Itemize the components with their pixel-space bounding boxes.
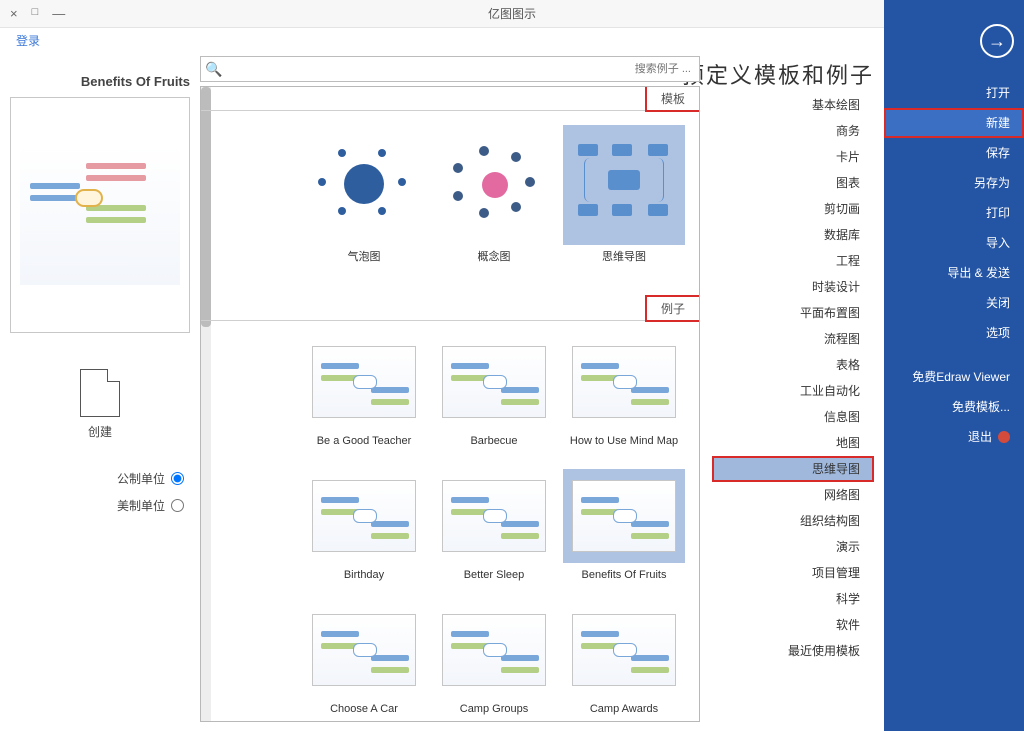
metric-radio[interactable]: 公制单位 [10,470,184,487]
login-link[interactable]: 登录 [16,32,40,49]
category-item[interactable]: 工业自动化 [712,378,874,404]
preview-thumbnail [10,97,190,333]
category-item[interactable]: 演示 [712,534,874,560]
scrollbar[interactable] [201,87,211,721]
rail-item[interactable]: 打印 [884,198,1024,228]
minimize-icon[interactable]: — [52,6,63,21]
page-icon [80,369,120,417]
example-tile[interactable]: Camp Groups [433,603,555,722]
create-label: 创建 [67,423,133,440]
rail-item[interactable]: 退出 [884,422,1024,452]
tile-caption: 气泡图 [348,251,381,277]
tile-caption: Camp Awards [590,703,658,722]
category-item[interactable]: 最近使用模板 [712,638,874,664]
category-list: 基本绘图商务卡片图表剪切画数据库工程时装设计平面布置图流程图表格工业自动化信息图… [712,92,874,664]
example-tile[interactable]: Barbecue [433,335,555,461]
example-tile[interactable]: Be a Good Teacher [303,335,425,461]
category-item[interactable]: 软件 [712,612,874,638]
rail-item[interactable]: 打开 [884,78,1024,108]
template-tile[interactable]: 思维导图 [563,125,685,277]
tile-caption: Be a Good Teacher [317,435,412,461]
category-item[interactable]: 工程 [712,248,874,274]
category-item[interactable]: 项目管理 [712,560,874,586]
preview-title: Benefits Of Fruits [10,74,190,89]
category-item[interactable]: 地图 [712,430,874,456]
category-item[interactable]: 网络图 [712,482,874,508]
category-item[interactable]: 商务 [712,118,874,144]
category-item[interactable]: 时装设计 [712,274,874,300]
section-header-label: 例子 [647,297,699,320]
rail-item[interactable]: 导入 [884,228,1024,258]
tile-caption: Better Sleep [464,569,525,595]
example-tile[interactable]: Choose A Car [303,603,425,722]
search-box[interactable]: 🔍 [200,56,700,82]
example-tile[interactable]: Camp Awards [563,603,685,722]
example-tile[interactable]: How to Use Mind Map [563,335,685,461]
tile-caption: 思维导图 [602,251,646,277]
template-tile[interactable]: 概念图 [433,125,555,277]
title-bar: × □ — 亿图图示 [0,0,1024,28]
category-item[interactable]: 图表 [712,170,874,196]
category-item[interactable]: 平面布置图 [712,300,874,326]
close-icon[interactable]: × [10,6,18,21]
tile-caption: Choose A Car [330,703,398,722]
templates-panel: 模板 思维导图 概念图 气泡图 例子 How to Use Mind Map Barb… [200,86,700,722]
category-item[interactable]: 信息图 [712,404,874,430]
rail-item[interactable]: 关闭 [884,288,1024,318]
category-item[interactable]: 流程图 [712,326,874,352]
rail-item[interactable]: 导出 & 发送 [884,258,1024,288]
tile-caption: Benefits Of Fruits [582,569,667,595]
preview-column: Benefits Of Fruits 创建 公制单位 美 [10,74,190,524]
category-item[interactable]: 表格 [712,352,874,378]
exit-dot-icon [998,431,1010,443]
section-header-examples: 例子 [201,297,699,321]
example-tile[interactable]: Better Sleep [433,469,555,595]
category-item[interactable]: 数据库 [712,222,874,248]
tile-caption: 概念图 [478,251,511,277]
tile-caption: Birthday [344,569,384,595]
rail-item[interactable]: 选项 [884,318,1024,348]
category-item[interactable]: 卡片 [712,144,874,170]
category-item[interactable]: 思维导图 [712,456,874,482]
back-icon[interactable]: → [980,24,1014,58]
nav-rail: → 打开新建保存另存为打印导入导出 & 发送关闭选项免费Edraw Viewer… [884,0,1024,731]
tile-caption: Barbecue [470,435,517,461]
rail-item[interactable]: 保存 [884,138,1024,168]
template-tile[interactable]: 气泡图 [303,125,425,277]
unit-radios: 公制单位 美制单位 [10,470,190,514]
rail-item[interactable]: 新建 [884,108,1024,138]
maximize-icon[interactable]: □ [32,6,39,21]
section-header-label: 模板 [647,87,699,110]
category-item[interactable]: 剪切画 [712,196,874,222]
us-radio[interactable]: 美制单位 [10,497,184,514]
tile-caption: How to Use Mind Map [570,435,678,461]
section-header-templates: 模板 [201,87,699,111]
window-title: 亿图图示 [488,5,536,22]
rail-item[interactable]: 免费模板... [884,392,1024,422]
scroll-thumb[interactable] [201,87,211,327]
rail-item[interactable]: 免费Edraw Viewer [884,362,1024,392]
rail-item[interactable]: 另存为 [884,168,1024,198]
category-item[interactable]: 组织结构图 [712,508,874,534]
search-input[interactable] [227,63,699,75]
tile-caption: Camp Groups [460,703,528,722]
example-tile[interactable]: Benefits Of Fruits [563,469,685,595]
example-tile[interactable]: Birthday [303,469,425,595]
page-heading: 预定义模板和例子 [682,58,874,90]
search-icon: 🔍 [201,61,227,78]
category-item[interactable]: 科学 [712,586,874,612]
create-button[interactable]: 创建 [67,369,133,440]
category-item[interactable]: 基本绘图 [712,92,874,118]
